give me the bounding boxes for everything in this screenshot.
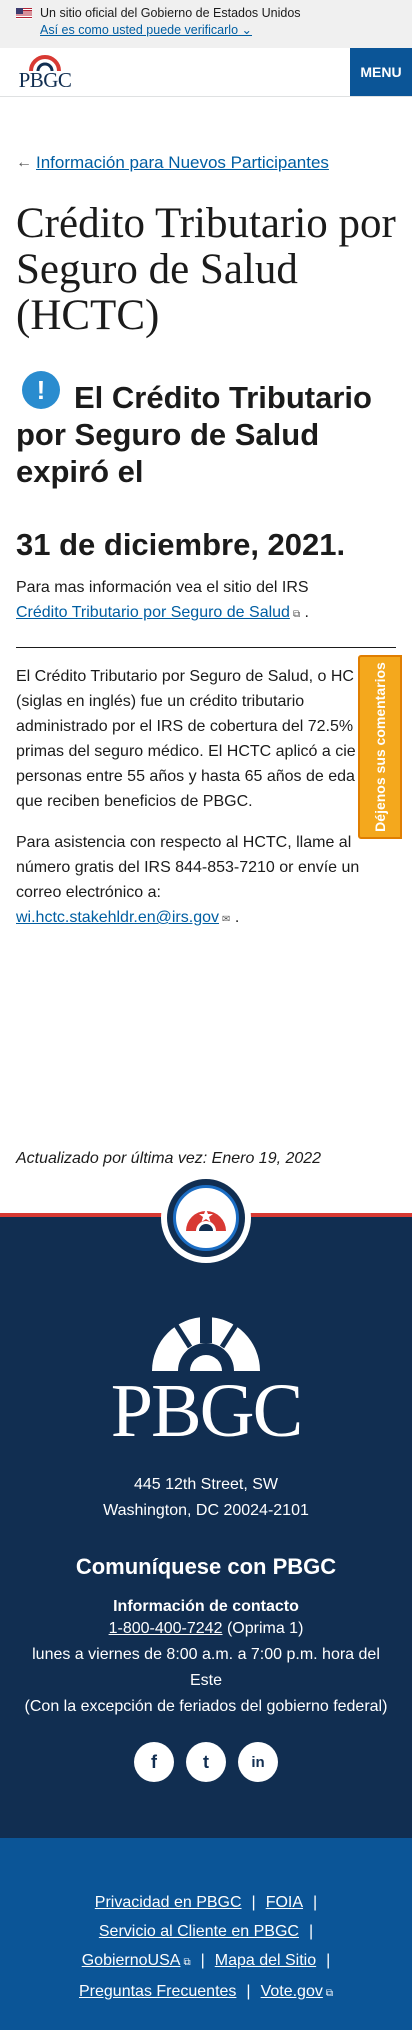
- customer-service-link[interactable]: Servicio al Cliente en PBGC: [99, 1917, 299, 1946]
- facebook-icon[interactable]: f: [134, 1742, 174, 1782]
- irs-tail: .: [304, 604, 309, 621]
- seal-emblem-icon: [186, 1209, 226, 1231]
- privacy-link[interactable]: Privacidad en PBGC: [95, 1888, 242, 1917]
- divider: [16, 647, 396, 648]
- separator: |: [251, 1894, 256, 1911]
- description-line: (siglas en inglés) fue un crédito tribut…: [16, 693, 305, 710]
- main-content: ← Información para Nuevos Participantes …: [0, 153, 412, 1168]
- twitter-icon[interactable]: t: [186, 1742, 226, 1782]
- description-line: primas del seguro médico. El HCTC aplicó…: [16, 743, 356, 760]
- address-line: Washington, DC 20024-2101: [103, 1502, 309, 1519]
- hctc-description: El Crédito Tributario por Seguro de Salu…: [16, 664, 396, 814]
- external-link-icon: ⧉: [292, 609, 301, 620]
- foia-link[interactable]: FOIA: [266, 1888, 303, 1917]
- address-line: 445 12th Street, SW: [133, 1476, 279, 1493]
- separator: |: [308, 1923, 314, 1940]
- contact-phone-line: 1-800-400-7242 (Oprima 1): [0, 1616, 412, 1642]
- hctc-assistance: Para asistencia con respecto al HCTC, ll…: [16, 830, 396, 932]
- gov-official-text: Un sitio oficial del Gobierno de Estados…: [40, 6, 301, 20]
- email-tail: .: [234, 909, 240, 926]
- arrow-left-icon: ←: [16, 154, 32, 171]
- gov-banner: Un sitio oficial del Gobierno de Estados…: [0, 0, 412, 48]
- sitemap-link[interactable]: Mapa del Sitio: [215, 1946, 316, 1977]
- email-link[interactable]: wi.hctc.stakehldr.en@irs.gov: [16, 909, 219, 926]
- usagov-link[interactable]: GobiernoUSA: [82, 1952, 181, 1969]
- site-header: PBGC MENU: [0, 48, 412, 97]
- footer-logo[interactable]: PBGC: [106, 1311, 306, 1453]
- separator: |: [246, 1983, 251, 2000]
- contact-hours: lunes a viernes de 8:00 a.m. a 7:00 p.m.…: [32, 1646, 380, 1663]
- separator: |: [200, 1952, 205, 1969]
- mail-icon: ✉: [222, 914, 231, 925]
- social-links: f t in: [0, 1742, 412, 1782]
- verify-label: Así es como usted puede verificarlo: [40, 23, 239, 37]
- sub-footer-row: Preguntas Frecuentes | Vote.gov ⧉: [0, 1977, 412, 2008]
- irs-info: Para mas información vea el sitio del IR…: [16, 575, 396, 627]
- description-line: personas entre 55 años y hasta 65 años d…: [16, 768, 355, 785]
- irs-link[interactable]: Crédito Tributario por Seguro de Salud: [16, 604, 290, 621]
- chevron-down-icon: ⌄: [241, 23, 252, 37]
- menu-button[interactable]: MENU: [350, 48, 412, 96]
- page-title: Crédito Tributario por Seguro de Salud (…: [16, 200, 396, 339]
- separator: |: [326, 1952, 331, 1969]
- contact-subtitle: Información de contacto: [113, 1598, 299, 1615]
- faq-link[interactable]: Preguntas Frecuentes: [79, 1977, 236, 2008]
- assistance-line: correo electrónico a:: [16, 884, 161, 901]
- linkedin-icon[interactable]: in: [238, 1742, 278, 1782]
- sub-footer: Privacidad en PBGC | FOIA | Servicio al Cl…: [0, 1838, 412, 2030]
- assistance-line: número gratis del IRS 844-853-7210 or en…: [16, 859, 360, 876]
- pbgc-logo-text: PBGC: [18, 68, 72, 92]
- contact-hours-2: Este: [189, 1672, 222, 1689]
- feedback-label: Déjenos sus comentarios: [372, 662, 388, 832]
- contact-title: Comuníquese con PBGC: [75, 1554, 337, 1579]
- irs-intro: Para mas información vea el sitio del IR…: [16, 579, 309, 596]
- pbgc-logo[interactable]: PBGC: [16, 55, 74, 92]
- phone-link[interactable]: 1-800-400-7242: [109, 1620, 223, 1637]
- us-flag-icon: [16, 7, 32, 19]
- vote-link[interactable]: Vote.gov: [261, 1983, 323, 2000]
- site-footer: PBGC 445 12th Street, SW Washington, DC …: [0, 1173, 412, 1838]
- description-line: administrado por el IRS de cobertura del…: [16, 718, 354, 735]
- footer-address: 445 12th Street, SW Washington, DC 20024…: [0, 1472, 412, 1524]
- pbgc-seal: [161, 1173, 251, 1263]
- separator: |: [313, 1894, 318, 1911]
- sub-footer-row: Servicio al Cliente en PBGC |: [0, 1917, 412, 1946]
- gov-verify-toggle[interactable]: Así es como usted puede verificarlo ⌄: [40, 22, 396, 37]
- sub-footer-row: Privacidad en PBGC | FOIA |: [0, 1888, 412, 1917]
- contact-holidays: (Con la excepción de feriados del gobier…: [24, 1698, 388, 1715]
- breadcrumb-back-link[interactable]: ← Información para Nuevos Participantes: [16, 153, 396, 173]
- description-line: El Crédito Tributario por Seguro de Salu…: [16, 668, 354, 685]
- alert-heading: El Crédito Tributario por Seguro de Salu…: [16, 380, 372, 489]
- feedback-tab[interactable]: Déjenos sus comentarios: [358, 655, 402, 839]
- footer-logo-arc-icon: [152, 1311, 260, 1371]
- sub-footer-row: GobiernoUSA ⧉ | Mapa del Sitio |: [0, 1946, 412, 1977]
- exclamation-icon: !: [22, 371, 60, 409]
- phone-note: (Oprima 1): [226, 1620, 304, 1637]
- seal-inner: [173, 1185, 239, 1251]
- external-link-icon: ⧉: [325, 1988, 333, 1999]
- last-updated: Actualizado por última vez: Enero 19, 20…: [16, 1150, 322, 1167]
- description-line: que reciben beneficios de PBGC.: [16, 793, 253, 810]
- assistance-line: Para asistencia con respecto al HCTC, ll…: [16, 834, 352, 851]
- back-link-label: Información para Nuevos Participantes: [36, 153, 329, 172]
- alert-date: 31 de diciembre, 2021.: [16, 527, 346, 562]
- alert-box: ! El Crédito Tributario por Seguro de Sa…: [16, 371, 396, 563]
- footer-logo-text: PBGC: [110, 1369, 304, 1453]
- external-link-icon: ⧉: [183, 1957, 191, 1968]
